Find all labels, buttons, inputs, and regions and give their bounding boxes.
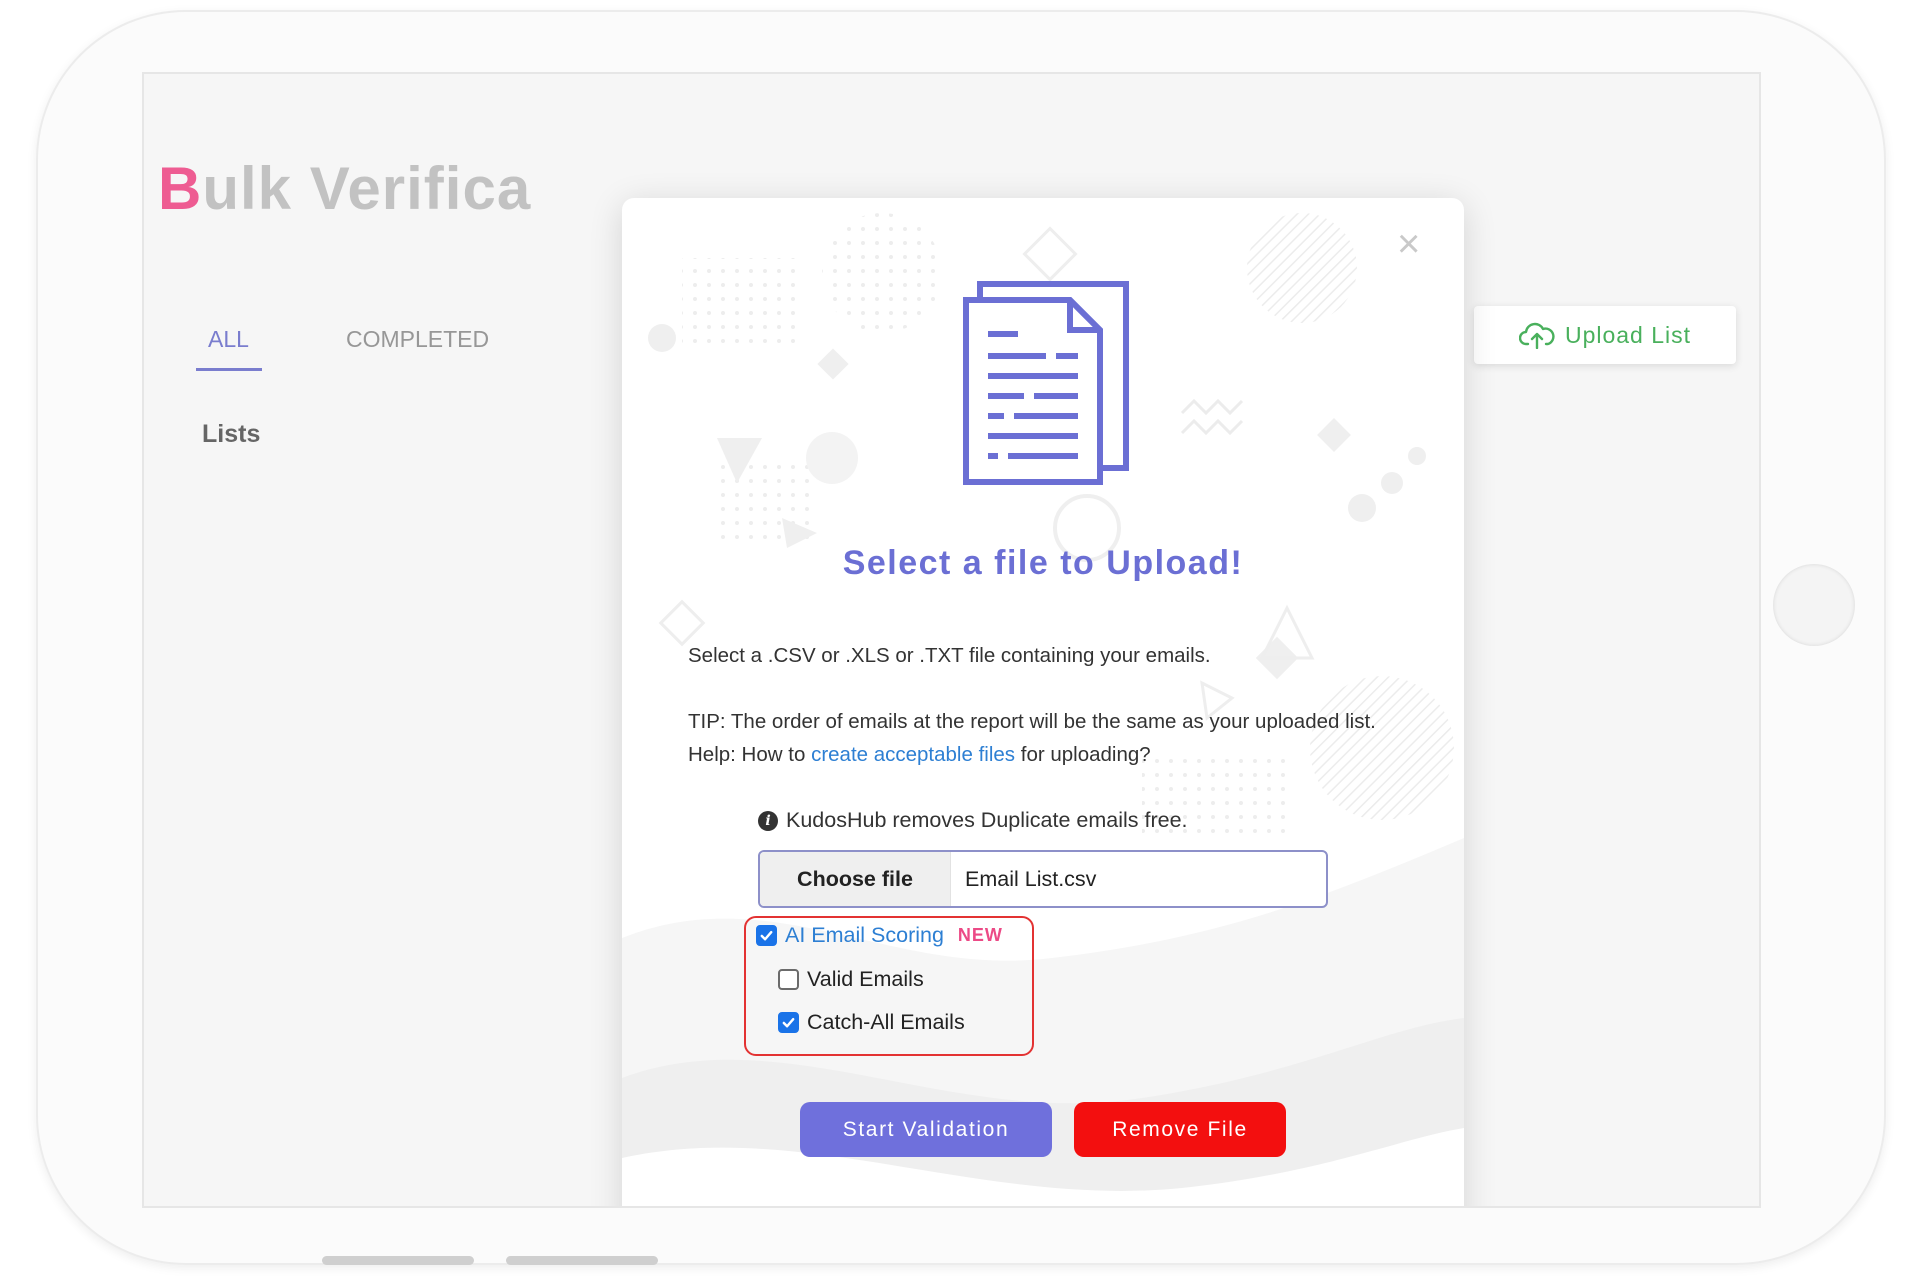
create-files-link[interactable]: create acceptable files [811,743,1015,766]
catch-all-emails-label[interactable]: Catch-All Emails [807,1010,965,1035]
ai-email-scoring-option[interactable]: AI Email Scoring NEW [756,923,1003,948]
catch-all-emails-checkbox[interactable] [778,1012,799,1033]
file-type-description: Select a .CSV or .XLS or .TXT file conta… [688,644,1211,667]
modal-title: Select a file to Upload! [842,544,1244,582]
tablet-home-button [1773,564,1855,646]
app-screen: Bulk Verifica ALL COMPLETED Lists Upload… [142,72,1761,1208]
catch-all-emails-option[interactable]: Catch-All Emails [778,1010,965,1035]
remove-file-button[interactable]: Remove File [1074,1102,1286,1157]
new-badge: NEW [957,925,1003,945]
start-validation-button[interactable]: Start Validation [800,1102,1052,1157]
order-tip: TIP: The order of emails at the report w… [688,710,1376,733]
ai-email-scoring-label[interactable]: AI Email Scoring [785,923,944,948]
valid-emails-option[interactable]: Valid Emails [778,967,924,992]
tablet-side-key [506,1256,658,1265]
help-prefix: Help: How to [688,743,812,766]
choose-file-button[interactable]: Choose file [760,852,951,906]
selected-file-name: Email List.csv [965,866,1097,891]
help-suffix: for uploading? [1015,743,1151,766]
tablet-side-key [322,1256,474,1265]
valid-emails-label[interactable]: Valid Emails [807,967,924,992]
upload-modal: × Select a file to Upload! Select a .CSV… [622,198,1464,1206]
file-input[interactable]: Choose file Email List.csv [758,850,1328,908]
document-icon [963,281,1129,485]
info-icon: i [758,810,778,831]
duplicate-note-text: KudosHub removes Duplicate emails free. [786,808,1188,832]
help-text: Help: How to create acceptable files for… [688,743,1151,767]
checkmark-icon [760,931,773,941]
valid-emails-checkbox[interactable] [778,969,799,990]
duplicate-note: i KudosHub removes Duplicate emails free… [758,808,1188,833]
checkmark-icon [782,1018,795,1028]
close-icon[interactable]: × [1397,224,1420,264]
ai-email-scoring-checkbox[interactable] [756,925,777,946]
